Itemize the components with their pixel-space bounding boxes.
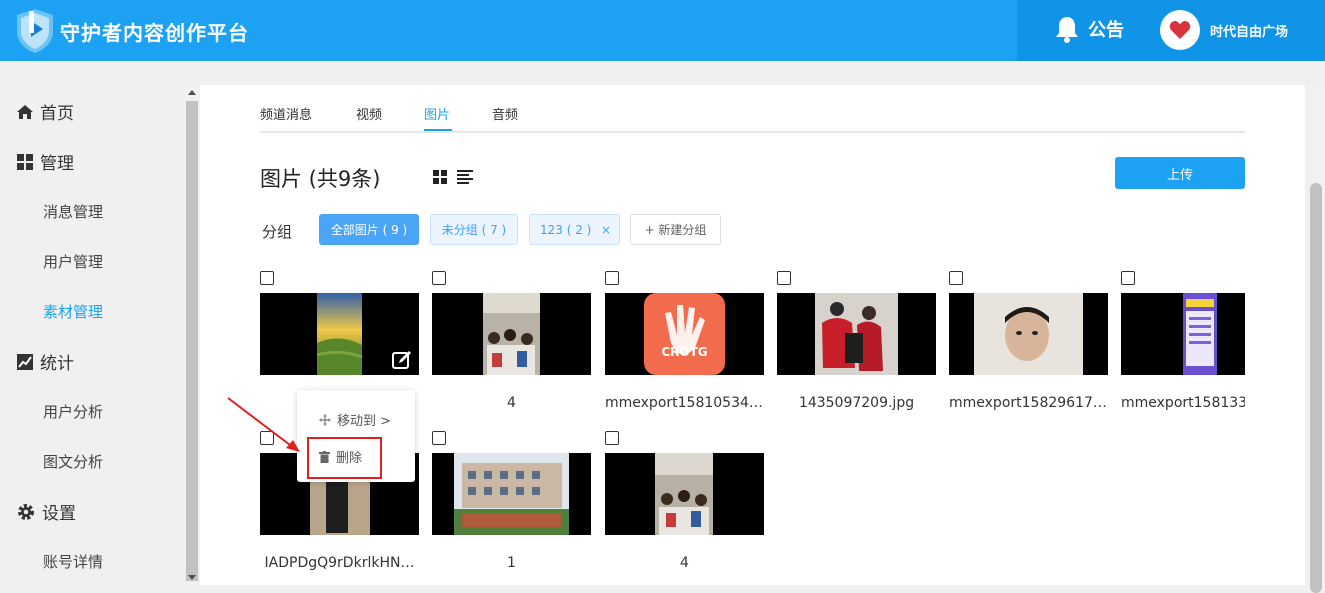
image-thumbnail[interactable]: CROTG (605, 293, 764, 375)
image-thumbnail[interactable] (1121, 293, 1245, 375)
chart-icon (17, 353, 33, 370)
crotg-logo (644, 293, 725, 375)
sidebar-item-message-manage[interactable]: 消息管理 (43, 201, 103, 222)
image-name: mmexport158105345… (605, 395, 764, 411)
sidebar-item-material-manage[interactable]: 素材管理 (43, 301, 103, 322)
classroom-photo (483, 293, 540, 375)
image-name: 4 (680, 555, 689, 571)
scrollbar-thumb[interactable] (186, 101, 198, 581)
sidebar-item-label: 设置 (42, 504, 76, 524)
sidebar-item-label: 管理 (40, 154, 74, 174)
active-tab-indicator (424, 129, 452, 131)
group-chip-ungrouped[interactable]: 未分组 ( 7 ) (430, 214, 518, 245)
image-card[interactable]: 4 (432, 271, 591, 416)
sidebar-item-settings[interactable]: 设置 (16, 499, 76, 524)
brand-title: 守护者内容创作平台 (60, 20, 249, 45)
people-red-jackets-photo (815, 293, 898, 375)
main-scrollbar[interactable] (1307, 85, 1325, 593)
sidebar-item-user-analysis[interactable]: 用户分析 (43, 401, 103, 422)
image-name: 1435097209.jpg (798, 395, 915, 411)
gear-icon (18, 503, 34, 520)
avatar (1160, 10, 1200, 50)
crotg-logo-text: CROTG (661, 345, 708, 359)
sidebar-item-manage[interactable]: 管理 (16, 149, 74, 174)
grid-view-icon[interactable] (433, 170, 447, 184)
tab-video[interactable]: 视频 (356, 104, 382, 123)
red-arrow-icon (227, 397, 300, 452)
sidebar-scrollbar[interactable] (185, 85, 199, 585)
heart-icon (1169, 21, 1191, 39)
image-card[interactable]: mmexport158296177… (949, 271, 1108, 416)
notice-button[interactable]: 公告 (1054, 15, 1124, 43)
select-checkbox[interactable] (605, 431, 619, 445)
image-thumbnail[interactable] (432, 293, 591, 375)
image-name: 4 (507, 395, 516, 411)
top-bar: 守护者内容创作平台 公告 时代自由广场 (0, 0, 1325, 61)
school-building-photo (454, 453, 569, 535)
brand[interactable]: 守护者内容创作平台 (14, 6, 249, 56)
grid-icon (17, 153, 33, 170)
select-checkbox[interactable] (432, 431, 446, 445)
main-panel: 频道消息 视频 图片 音频 图片 (共9条) 上传 分组 全部图片 ( 9 ) … (200, 85, 1305, 585)
sidebar-item-stats[interactable]: 统计 (16, 349, 74, 374)
sidebar-item-user-manage[interactable]: 用户管理 (43, 251, 103, 272)
sidebar-item-label: 首页 (40, 104, 74, 124)
image-thumbnail[interactable] (605, 453, 764, 535)
new-group-button[interactable]: + 新建分组 (630, 214, 721, 245)
sidebar-item-article-analysis[interactable]: 图文分析 (43, 451, 103, 472)
upload-button[interactable]: 上传 (1115, 157, 1245, 189)
scroll-down-arrow-icon[interactable] (188, 575, 196, 580)
image-thumbnail[interactable] (949, 293, 1108, 375)
notice-label: 公告 (1088, 20, 1124, 41)
image-thumbnail[interactable] (260, 293, 419, 375)
select-checkbox[interactable] (432, 271, 446, 285)
tab-images[interactable]: 图片 (424, 104, 450, 123)
sidebar: 首页 管理 消息管理 用户管理 素材管理 统计 用户分析 图文分析 设置 账号详… (0, 61, 185, 585)
group-chip-123[interactable]: 123 ( 2 ) × (529, 214, 620, 245)
select-checkbox[interactable] (777, 271, 791, 285)
shield-logo-icon (17, 9, 53, 53)
image-name: 1 (507, 555, 516, 571)
image-thumbnail[interactable] (432, 453, 591, 535)
group-label: 分组 (262, 223, 293, 241)
image-name: mmexport1581334 (1121, 395, 1245, 411)
edit-icon[interactable] (391, 349, 413, 371)
image-card[interactable]: 1435097209.jpg (777, 271, 936, 416)
image-card[interactable]: 4 (605, 431, 764, 576)
sidebar-item-label: 统计 (40, 354, 74, 374)
select-checkbox[interactable] (1121, 271, 1135, 285)
image-name: IADPDgQ9rDkrlkHN… (264, 555, 415, 571)
close-icon[interactable]: × (601, 223, 611, 237)
move-to-menu-item[interactable]: 移动到 > (319, 410, 391, 429)
username: 时代自由广场 (1210, 24, 1289, 40)
image-card[interactable]: mmexport1581334 (1121, 271, 1245, 416)
sidebar-item-home[interactable]: 首页 (16, 99, 74, 124)
group-chip-all[interactable]: 全部图片 ( 9 ) (319, 214, 419, 245)
tab-channel-messages[interactable]: 频道消息 (260, 104, 312, 123)
move-icon (319, 413, 331, 426)
scroll-up-arrow-icon[interactable] (188, 90, 196, 95)
boy-portrait-photo (974, 293, 1083, 375)
move-to-label: 移动到 > (337, 414, 392, 429)
page-title: 图片 (共9条) (260, 167, 381, 191)
user-menu[interactable]: 时代自由广场 (1160, 10, 1288, 50)
tab-audio[interactable]: 音频 (492, 104, 518, 123)
select-checkbox[interactable] (949, 271, 963, 285)
classroom-photo (655, 453, 713, 535)
sidebar-item-account-details[interactable]: 账号详情 (43, 551, 103, 572)
image-card[interactable]: CROTG mmexport158105345… (605, 271, 764, 416)
list-view-icon[interactable] (457, 170, 473, 184)
image-thumbnail[interactable] (777, 293, 936, 375)
highlight-box (307, 437, 382, 479)
tab-bar: 频道消息 视频 图片 音频 (260, 85, 1245, 133)
image-card[interactable]: 1 (432, 431, 591, 576)
image-name: mmexport158296177… (949, 395, 1108, 411)
poster-photo (1183, 293, 1217, 375)
home-icon (17, 104, 33, 119)
scrollbar-thumb[interactable] (1310, 183, 1322, 593)
bell-icon (1056, 17, 1078, 43)
group-chip-label: 123 ( 2 ) (540, 222, 592, 237)
select-checkbox[interactable] (260, 271, 274, 285)
select-checkbox[interactable] (605, 271, 619, 285)
